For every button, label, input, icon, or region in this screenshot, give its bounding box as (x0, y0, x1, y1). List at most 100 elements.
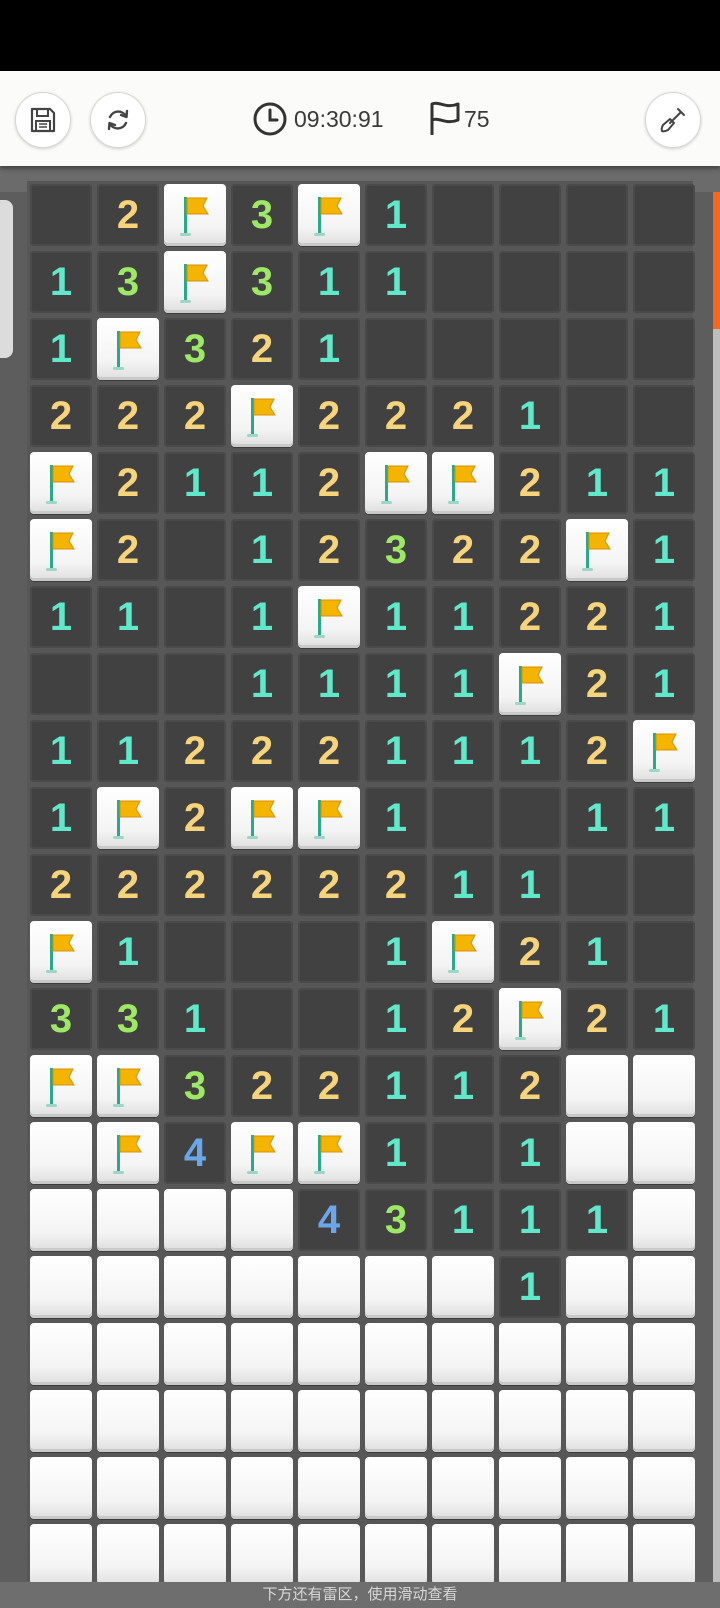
hidden-cell[interactable] (566, 1122, 628, 1184)
flagged-cell[interactable] (97, 1055, 159, 1117)
number-cell[interactable]: 1 (231, 653, 293, 715)
flagged-cell[interactable] (30, 452, 92, 514)
number-cell[interactable]: 1 (633, 519, 695, 581)
number-cell[interactable]: 1 (432, 854, 494, 916)
flagged-cell[interactable] (298, 184, 360, 246)
flagged-cell[interactable] (97, 787, 159, 849)
hidden-cell[interactable] (30, 1256, 92, 1318)
hidden-cell[interactable] (30, 1390, 92, 1452)
hidden-cell[interactable] (231, 1189, 293, 1251)
number-cell[interactable]: 1 (298, 653, 360, 715)
number-cell[interactable]: 2 (432, 385, 494, 447)
number-cell[interactable]: 2 (97, 385, 159, 447)
number-cell[interactable]: 3 (97, 251, 159, 313)
hidden-cell[interactable] (298, 1457, 360, 1519)
number-cell[interactable]: 1 (231, 519, 293, 581)
hidden-cell[interactable] (164, 1524, 226, 1586)
hidden-cell[interactable] (30, 1457, 92, 1519)
hidden-cell[interactable] (97, 1256, 159, 1318)
hidden-cell[interactable] (499, 1457, 561, 1519)
flagged-cell[interactable] (30, 1055, 92, 1117)
flagged-cell[interactable] (298, 1122, 360, 1184)
number-cell[interactable]: 3 (164, 1055, 226, 1117)
hidden-cell[interactable] (566, 1390, 628, 1452)
number-cell[interactable]: 2 (231, 854, 293, 916)
hidden-cell[interactable] (566, 1256, 628, 1318)
number-cell[interactable]: 3 (30, 988, 92, 1050)
number-cell[interactable]: 2 (499, 452, 561, 514)
hidden-cell[interactable] (30, 1122, 92, 1184)
number-cell[interactable]: 1 (231, 452, 293, 514)
hidden-cell[interactable] (432, 1457, 494, 1519)
number-cell[interactable]: 1 (365, 586, 427, 648)
hidden-cell[interactable] (164, 1390, 226, 1452)
scrollbar-track[interactable] (713, 192, 720, 1582)
flagged-cell[interactable] (566, 519, 628, 581)
number-cell[interactable]: 2 (298, 854, 360, 916)
number-cell[interactable]: 3 (365, 1189, 427, 1251)
number-cell[interactable]: 1 (499, 1256, 561, 1318)
flagged-cell[interactable] (30, 921, 92, 983)
number-cell[interactable]: 1 (365, 653, 427, 715)
flagged-cell[interactable] (432, 452, 494, 514)
hidden-cell[interactable] (30, 1524, 92, 1586)
hidden-cell[interactable] (30, 1323, 92, 1385)
number-cell[interactable]: 2 (164, 787, 226, 849)
side-drawer-handle[interactable] (0, 200, 13, 358)
number-cell[interactable]: 1 (499, 385, 561, 447)
flagged-cell[interactable] (164, 251, 226, 313)
number-cell[interactable]: 1 (432, 720, 494, 782)
number-cell[interactable]: 1 (566, 452, 628, 514)
number-cell[interactable]: 1 (499, 720, 561, 782)
number-cell[interactable]: 2 (566, 720, 628, 782)
number-cell[interactable]: 1 (566, 921, 628, 983)
flagged-cell[interactable] (231, 787, 293, 849)
hidden-cell[interactable] (97, 1524, 159, 1586)
number-cell[interactable]: 2 (164, 720, 226, 782)
hidden-cell[interactable] (97, 1390, 159, 1452)
hidden-cell[interactable] (633, 1055, 695, 1117)
hidden-cell[interactable] (97, 1189, 159, 1251)
flagged-cell[interactable] (633, 720, 695, 782)
number-cell[interactable]: 1 (97, 586, 159, 648)
number-cell[interactable]: 1 (30, 586, 92, 648)
hidden-cell[interactable] (566, 1457, 628, 1519)
hidden-cell[interactable] (365, 1524, 427, 1586)
flagged-cell[interactable] (97, 1122, 159, 1184)
flagged-cell[interactable] (164, 184, 226, 246)
number-cell[interactable]: 1 (432, 1055, 494, 1117)
flagged-cell[interactable] (432, 921, 494, 983)
save-button[interactable] (15, 92, 71, 148)
hidden-cell[interactable] (365, 1323, 427, 1385)
hidden-cell[interactable] (164, 1189, 226, 1251)
number-cell[interactable]: 2 (499, 921, 561, 983)
hidden-cell[interactable] (164, 1323, 226, 1385)
number-cell[interactable]: 1 (633, 988, 695, 1050)
number-cell[interactable]: 2 (30, 854, 92, 916)
number-cell[interactable]: 1 (97, 720, 159, 782)
number-cell[interactable]: 1 (365, 720, 427, 782)
number-cell[interactable]: 2 (499, 1055, 561, 1117)
hidden-cell[interactable] (633, 1256, 695, 1318)
hidden-cell[interactable] (566, 1524, 628, 1586)
hidden-cell[interactable] (231, 1524, 293, 1586)
number-cell[interactable]: 1 (365, 251, 427, 313)
flagged-cell[interactable] (298, 586, 360, 648)
flagged-cell[interactable] (365, 452, 427, 514)
number-cell[interactable]: 2 (298, 720, 360, 782)
number-cell[interactable]: 2 (566, 653, 628, 715)
hidden-cell[interactable] (164, 1256, 226, 1318)
number-cell[interactable]: 1 (633, 787, 695, 849)
number-cell[interactable]: 2 (97, 184, 159, 246)
number-cell[interactable]: 2 (298, 1055, 360, 1117)
hidden-cell[interactable] (231, 1390, 293, 1452)
number-cell[interactable]: 2 (499, 519, 561, 581)
number-cell[interactable]: 2 (298, 452, 360, 514)
hidden-cell[interactable] (365, 1256, 427, 1318)
flagged-cell[interactable] (30, 519, 92, 581)
number-cell[interactable]: 3 (164, 318, 226, 380)
number-cell[interactable]: 1 (365, 787, 427, 849)
hidden-cell[interactable] (499, 1323, 561, 1385)
number-cell[interactable]: 1 (365, 1122, 427, 1184)
number-cell[interactable]: 1 (499, 854, 561, 916)
